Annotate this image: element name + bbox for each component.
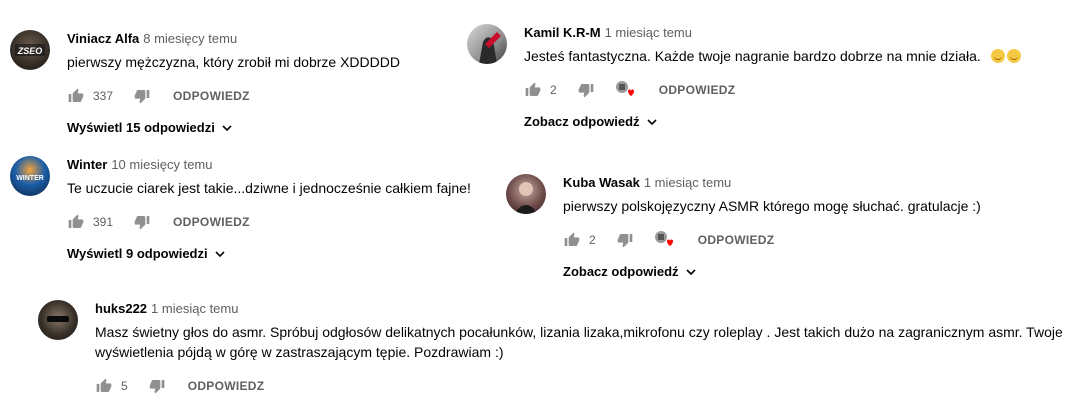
- comment-text: Jesteś fantastyczna. Każde twoje nagrani…: [524, 46, 1021, 66]
- comment-actions: 337 ODPOWIEDZ: [67, 86, 400, 106]
- avatar[interactable]: [506, 174, 546, 214]
- like-count: 2: [550, 83, 557, 97]
- comment-text: pierwszy polskojęzyczny ASMR którego mog…: [563, 198, 981, 214]
- comment-time[interactable]: 10 miesięcy temu: [111, 157, 212, 172]
- comment-actions: 2 ODPOWIEDZ: [524, 80, 1021, 100]
- view-replies-button[interactable]: Zobacz odpowiedź: [524, 114, 1021, 129]
- view-replies-label: Wyświetl 9 odpowiedzi: [67, 246, 208, 261]
- thumbs-up-icon[interactable]: [524, 81, 542, 99]
- thumbs-down-icon[interactable]: [148, 377, 166, 395]
- comment-body: Viniacz Alfa 8 miesięcy temu pierwszy męż…: [67, 30, 400, 135]
- like-count: 337: [93, 89, 114, 103]
- reply-button[interactable]: ODPOWIEDZ: [659, 83, 736, 97]
- thumbs-down-icon[interactable]: [133, 87, 151, 105]
- thumbs-up-icon[interactable]: [67, 213, 85, 231]
- smiling-face-emoji: [990, 49, 1005, 63]
- comment-body: Kamil K.R-M 1 miesiąc temu Jesteś fantast…: [524, 24, 1021, 129]
- thumbs-up-icon[interactable]: [95, 377, 113, 395]
- like-count: 5: [121, 379, 128, 393]
- smiling-face-emoji: [1006, 49, 1021, 63]
- view-replies-label: Zobacz odpowiedź: [563, 264, 679, 279]
- view-replies-button[interactable]: Zobacz odpowiedź: [563, 264, 981, 279]
- thumbs-down-icon[interactable]: [577, 81, 595, 99]
- comment-body: Winter 10 miesięcy temu Te uczucie ciarek…: [67, 156, 471, 261]
- thumbs-down-icon[interactable]: [616, 231, 634, 249]
- comment-body: huks222 1 miesiąc temu Masz świetny głos …: [95, 300, 1070, 396]
- thumbs-up-icon[interactable]: [563, 231, 581, 249]
- chevron-down-icon: [646, 116, 658, 128]
- comment-time[interactable]: 1 miesiąc temu: [644, 175, 731, 190]
- author-name[interactable]: Kamil K.R-M: [524, 25, 601, 40]
- view-replies-button[interactable]: Wyświetl 9 odpowiedzi: [67, 246, 471, 261]
- avatar[interactable]: ZSEO: [10, 30, 50, 70]
- view-replies-label: Wyświetl 15 odpowiedzi: [67, 120, 215, 135]
- chevron-down-icon: [685, 266, 697, 278]
- comment-text: Te uczucie ciarek jest takie...dziwne i …: [67, 180, 471, 196]
- chevron-down-icon: [214, 248, 226, 260]
- avatar-logo-text: ZSEO: [17, 46, 43, 56]
- chevron-down-icon: [221, 122, 233, 134]
- author-name[interactable]: huks222: [95, 301, 147, 316]
- comment-actions: 5 ODPOWIEDZ: [95, 376, 1070, 396]
- view-replies-label: Zobacz odpowiedź: [524, 114, 640, 129]
- comment-text: pierwszy mężczyzna, który zrobił mi dobr…: [67, 54, 400, 70]
- comment-body: Kuba Wasak 1 miesiąc temu pierwszy polsko…: [563, 174, 981, 279]
- comment-actions: 391 ODPOWIEDZ: [67, 212, 471, 232]
- comment-time[interactable]: 8 miesięcy temu: [143, 31, 237, 46]
- view-replies-button[interactable]: Wyświetl 15 odpowiedzi: [67, 120, 400, 135]
- like-count: 391: [93, 215, 114, 229]
- comment-text-content: Jesteś fantastyczna. Każde twoje nagrani…: [524, 48, 981, 64]
- creator-heart-icon: [654, 230, 676, 250]
- reply-button[interactable]: ODPOWIEDZ: [173, 89, 250, 103]
- comment-time[interactable]: 1 miesiąc temu: [605, 25, 692, 40]
- avatar-logo-text: WINTER: [16, 175, 44, 182]
- comment-time[interactable]: 1 miesiąc temu: [151, 301, 238, 316]
- comment-text: Masz świetny głos do asmr. Spróbuj odgło…: [95, 324, 1063, 360]
- reply-button[interactable]: ODPOWIEDZ: [698, 233, 775, 247]
- like-count: 2: [589, 233, 596, 247]
- creator-heart-icon: [615, 80, 637, 100]
- avatar[interactable]: [467, 24, 507, 64]
- author-name[interactable]: Winter: [67, 157, 107, 172]
- thumbs-down-icon[interactable]: [133, 213, 151, 231]
- comment-actions: 2 ODPOWIEDZ: [563, 230, 981, 250]
- avatar[interactable]: [38, 300, 78, 340]
- author-name[interactable]: Kuba Wasak: [563, 175, 640, 190]
- author-name[interactable]: Viniacz Alfa: [67, 31, 139, 46]
- reply-button[interactable]: ODPOWIEDZ: [188, 379, 265, 393]
- thumbs-up-icon[interactable]: [67, 87, 85, 105]
- avatar[interactable]: WINTER: [10, 156, 50, 196]
- reply-button[interactable]: ODPOWIEDZ: [173, 215, 250, 229]
